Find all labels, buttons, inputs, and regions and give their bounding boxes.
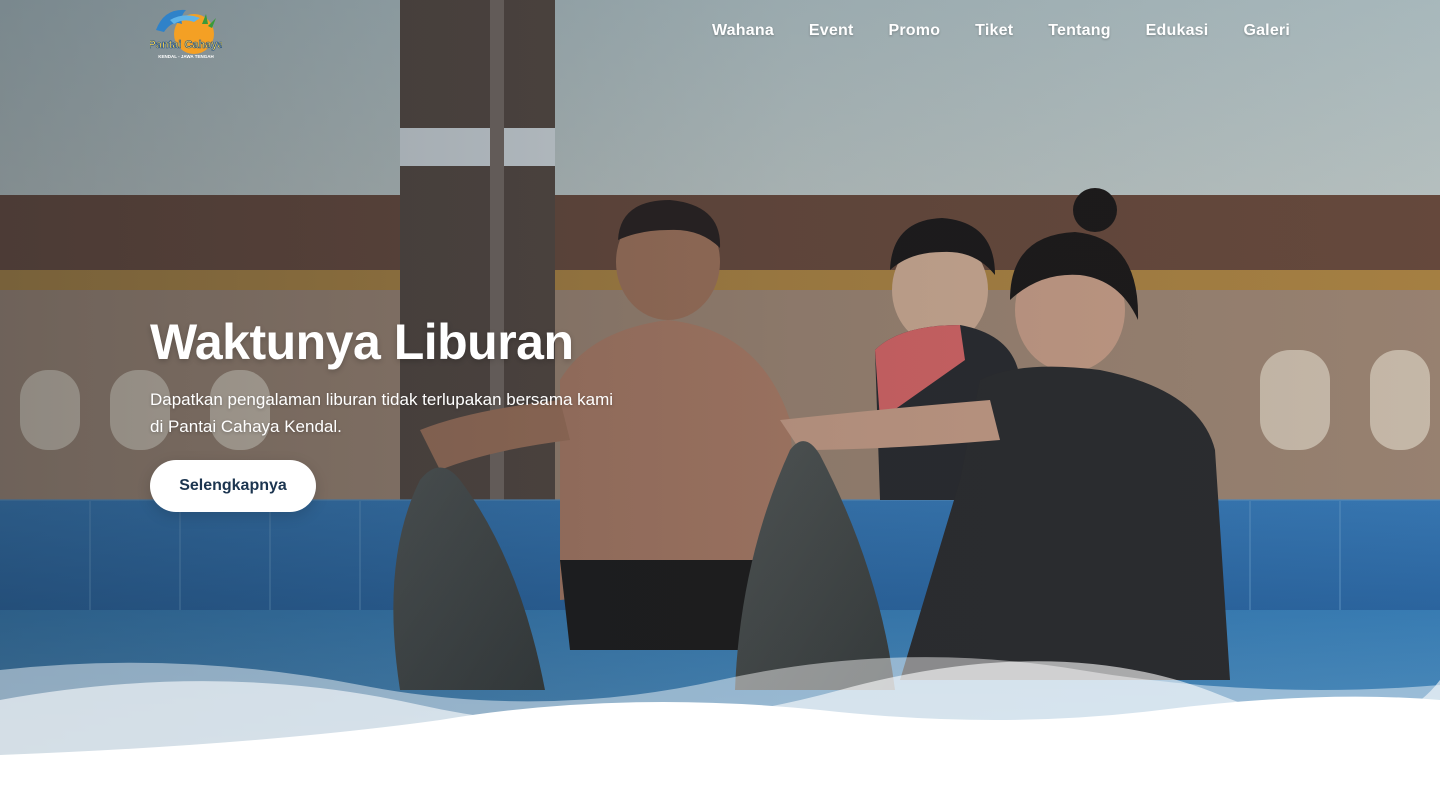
- svg-text:Pantai Cahaya: Pantai Cahaya: [150, 39, 222, 51]
- nav-item-edukasi[interactable]: Edukasi: [1146, 20, 1209, 42]
- nav-item-event[interactable]: Event: [809, 20, 854, 42]
- nav-item-galeri[interactable]: Galeri: [1243, 20, 1290, 42]
- nav-item-wahana[interactable]: Wahana: [712, 20, 774, 42]
- hero-subtitle: Dapatkan pengalaman liburan tidak terlup…: [150, 390, 614, 436]
- nav-item-promo[interactable]: Promo: [889, 20, 941, 42]
- svg-text:KENDAL - JAWA TENGAH: KENDAL - JAWA TENGAH: [158, 54, 214, 59]
- hero-title: Waktunya Liburan: [150, 314, 574, 370]
- brand-logo[interactable]: Pantai Cahaya KENDAL - JAWA TENGAH: [150, 4, 222, 62]
- main-nav: Wahana Event Promo Tiket Tentang Edukasi…: [712, 20, 1290, 42]
- nav-item-tiket[interactable]: Tiket: [975, 20, 1013, 42]
- wave-divider: [0, 657, 1440, 790]
- hero-section: Pantai Cahaya KENDAL - JAWA TENGAH Wahan…: [0, 0, 1440, 790]
- nav-item-tentang[interactable]: Tentang: [1048, 20, 1110, 42]
- selengkapnya-button[interactable]: Selengkapnya: [150, 460, 316, 512]
